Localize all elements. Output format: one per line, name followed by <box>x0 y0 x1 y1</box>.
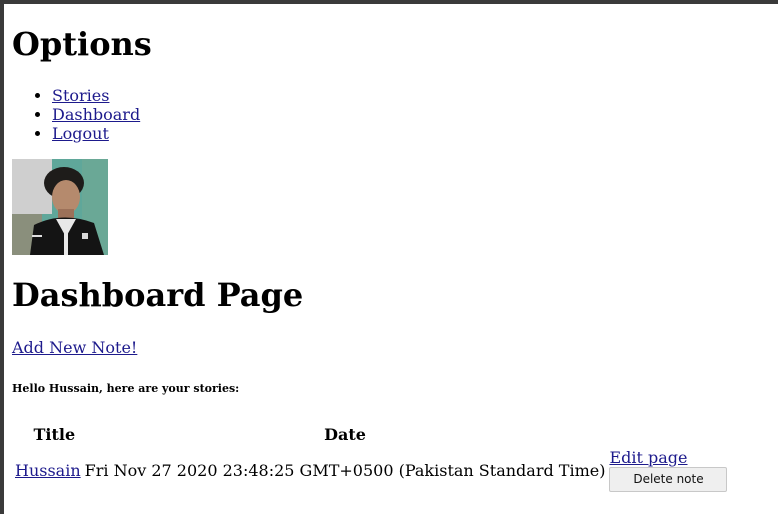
logout-link[interactable]: Logout <box>52 124 109 143</box>
options-heading: Options <box>12 25 152 63</box>
notes-table: Title Date Hussain Fri Nov 27 2020 23:48… <box>12 422 730 495</box>
table-header-row: Title Date <box>14 424 728 445</box>
note-date-cell: Fri Nov 27 2020 23:48:25 GMT+0500 (Pakis… <box>84 460 606 480</box>
edit-page-link[interactable]: Edit page <box>609 448 687 467</box>
stories-link[interactable]: Stories <box>52 86 109 105</box>
column-header-date: Date <box>324 425 366 444</box>
table-row: Hussain Fri Nov 27 2020 23:48:25 GMT+050… <box>14 447 728 493</box>
column-header-title: Title <box>33 425 76 444</box>
options-item-logout: Logout <box>52 124 140 143</box>
dashboard-heading: Dashboard Page <box>12 276 304 314</box>
note-title-link[interactable]: Hussain <box>15 461 81 480</box>
delete-note-button[interactable]: Delete note <box>609 467 728 492</box>
greeting-text: Hello Hussain, here are your stories: <box>12 382 240 395</box>
add-new-note-link[interactable]: Add New Note! <box>12 338 137 357</box>
options-list: Stories Dashboard Logout <box>12 86 140 143</box>
note-actions-cell: Edit page Delete note <box>608 447 728 493</box>
options-item-dashboard: Dashboard <box>52 105 140 124</box>
column-header-actions <box>608 424 728 445</box>
dashboard-link[interactable]: Dashboard <box>52 105 140 124</box>
note-title-cell: Hussain <box>14 447 82 493</box>
page: Options Stories Dashboard Logout Dashboa… <box>12 4 778 514</box>
avatar <box>12 159 108 255</box>
avatar-image <box>12 159 108 255</box>
options-item-stories: Stories <box>52 86 140 105</box>
